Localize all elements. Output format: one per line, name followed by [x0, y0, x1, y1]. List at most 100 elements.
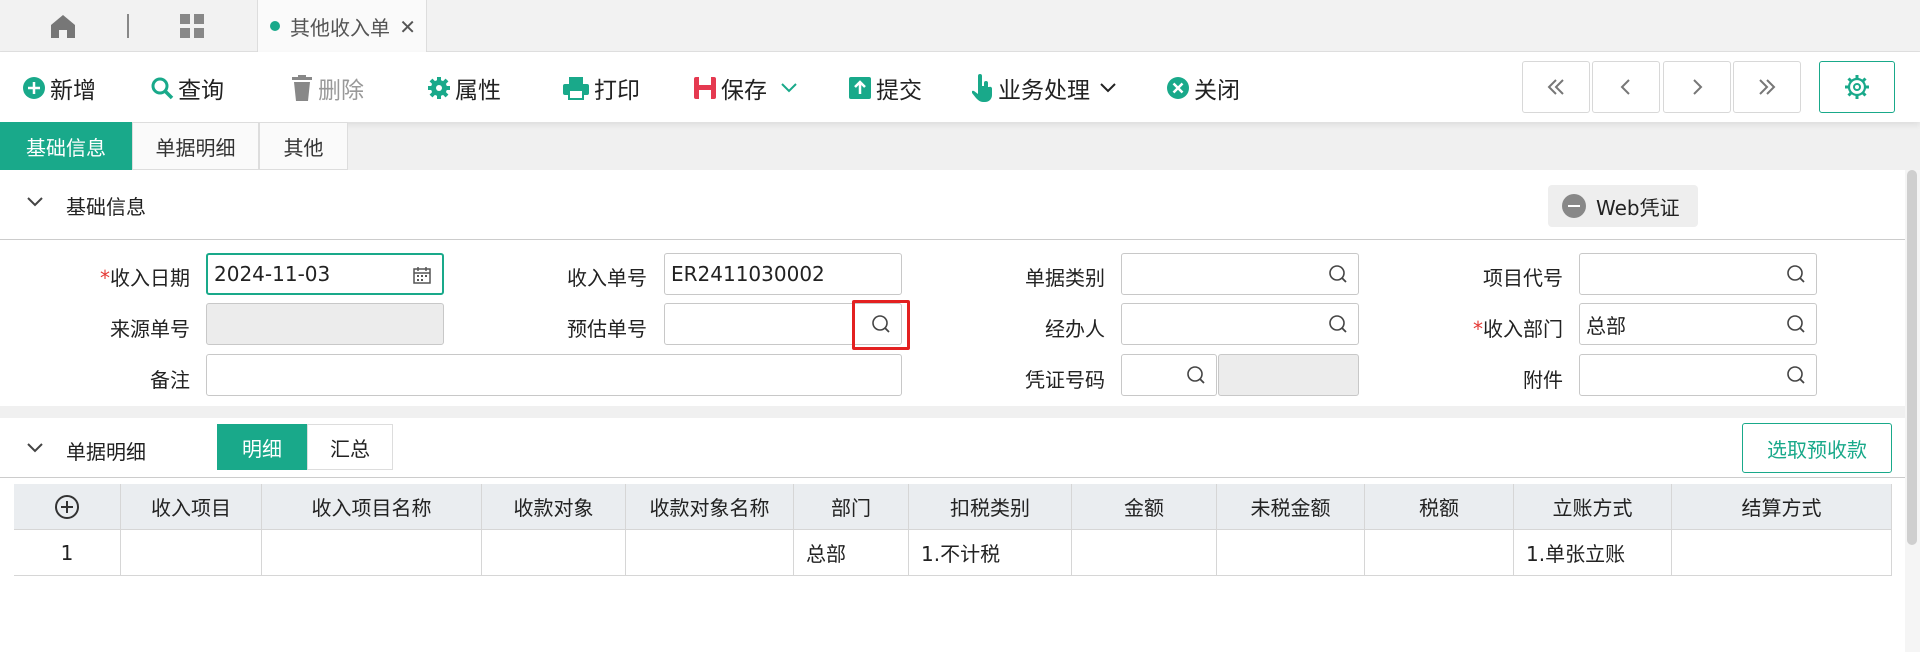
- first-record-button[interactable]: [1522, 61, 1590, 113]
- apps-grid-icon[interactable]: [178, 12, 206, 40]
- search-icon[interactable]: [1186, 365, 1206, 385]
- tab-basic-info[interactable]: 基础信息: [0, 122, 132, 170]
- add-row-cell[interactable]: [14, 484, 121, 530]
- next-record-button[interactable]: [1663, 61, 1731, 113]
- save-button[interactable]: 保存: [693, 70, 803, 106]
- col-account-method[interactable]: 立账方式: [1514, 484, 1672, 530]
- income-no-field[interactable]: ER2411030002: [664, 253, 902, 295]
- remark-field[interactable]: [206, 354, 902, 396]
- col-pretax-amount[interactable]: 未税金额: [1217, 484, 1365, 530]
- attachment-field[interactable]: [1579, 354, 1817, 396]
- active-dot-icon: [270, 21, 280, 31]
- search-icon[interactable]: [1786, 314, 1806, 334]
- delete-button-label: 删除: [318, 78, 364, 104]
- upload-icon: [849, 77, 871, 99]
- last-record-button[interactable]: [1733, 61, 1801, 113]
- col-tax-amount[interactable]: 税额: [1365, 484, 1514, 530]
- tab-detail[interactable]: 明细: [217, 424, 307, 470]
- tab-summary[interactable]: 汇总: [307, 424, 393, 470]
- close-tab-icon[interactable]: ✕: [399, 15, 416, 39]
- cell-department[interactable]: 总部: [794, 530, 909, 576]
- doc-type-field[interactable]: [1121, 253, 1359, 295]
- col-amount[interactable]: 金额: [1072, 484, 1217, 530]
- income-date-field[interactable]: 2024-11-03: [206, 253, 444, 295]
- home-icon[interactable]: [48, 12, 78, 40]
- cell-account-method[interactable]: 1.单张立账: [1514, 530, 1672, 576]
- project-code-field[interactable]: [1579, 253, 1817, 295]
- settings-gear-icon: [1845, 75, 1869, 99]
- doc-type-label: 单据类别: [1025, 266, 1105, 290]
- hand-pointer-icon: [972, 74, 993, 102]
- cell-payee[interactable]: [482, 530, 626, 576]
- close-button[interactable]: 关闭: [1166, 70, 1240, 106]
- col-payee-name[interactable]: 收款对象名称: [626, 484, 794, 530]
- new-button-label: 新增: [50, 78, 96, 104]
- new-button[interactable]: 新增: [22, 70, 96, 106]
- col-income-item[interactable]: 收入项目: [121, 484, 262, 530]
- submit-button[interactable]: 提交: [848, 70, 922, 106]
- print-button[interactable]: 打印: [562, 70, 640, 106]
- web-voucher-button[interactable]: Web凭证: [1548, 185, 1698, 227]
- search-icon[interactable]: [1786, 264, 1806, 284]
- properties-button[interactable]: 属性: [427, 70, 501, 106]
- tab-document-details[interactable]: 单据明细: [132, 122, 259, 170]
- search-icon[interactable]: [1786, 365, 1806, 385]
- print-button-label: 打印: [594, 78, 640, 104]
- chevron-down-icon[interactable]: [1098, 81, 1118, 95]
- collapse-chevron-icon[interactable]: [26, 442, 44, 454]
- col-payee[interactable]: 收款对象: [482, 484, 626, 530]
- voucher-no-field[interactable]: [1121, 354, 1217, 396]
- table-row[interactable]: 1 总部 1.不计税 1.单张立账: [14, 530, 1892, 576]
- cell-amount[interactable]: [1072, 530, 1217, 576]
- attachment-label: 附件: [1523, 368, 1563, 392]
- search-icon[interactable]: [1328, 314, 1348, 334]
- income-date-value: 2024-11-03: [214, 262, 331, 286]
- col-income-item-name[interactable]: 收入项目名称: [262, 484, 482, 530]
- business-process-button[interactable]: 业务处理: [972, 70, 1122, 106]
- col-tax-type[interactable]: 扣税类别: [909, 484, 1072, 530]
- detail-grid: 收入项目 收入项目名称 收款对象 收款对象名称 部门 扣税类别 金额 未税金额 …: [14, 484, 1892, 576]
- cell-income-item-name[interactable]: [262, 530, 482, 576]
- handler-label: 经办人: [1045, 317, 1105, 341]
- select-prepayment-button[interactable]: 选取预收款: [1742, 423, 1892, 473]
- document-tab-label: 其他收入单: [290, 15, 390, 40]
- previous-record-button[interactable]: [1592, 61, 1660, 113]
- query-button[interactable]: 查询: [150, 70, 224, 106]
- settings-button[interactable]: [1819, 61, 1895, 113]
- col-department[interactable]: 部门: [794, 484, 909, 530]
- col-settlement-method[interactable]: 结算方式: [1672, 484, 1892, 530]
- handler-field[interactable]: [1121, 303, 1359, 345]
- close-circle-icon: [1167, 77, 1189, 99]
- remark-label: 备注: [150, 368, 190, 392]
- minus-circle-icon: [1562, 194, 1586, 218]
- income-no-value: ER2411030002: [671, 262, 825, 286]
- delete-button[interactable]: 删除: [290, 70, 364, 106]
- income-dept-value: 总部: [1586, 313, 1626, 338]
- query-button-label: 查询: [178, 78, 224, 104]
- toolbar: 新增 查询 删除 属性 打印 保存 提交 业务处理 关闭: [0, 52, 1920, 122]
- income-date-label: *收入日期: [100, 266, 190, 290]
- cell-tax-type[interactable]: 1.不计税: [909, 530, 1072, 576]
- double-chevron-right-icon: [1759, 79, 1776, 95]
- properties-button-label: 属性: [455, 78, 501, 104]
- document-tab[interactable]: 其他收入单 ✕: [257, 0, 427, 52]
- chevron-down-icon[interactable]: [779, 81, 799, 95]
- document-details-panel: 单据明细 明细 汇总 选取预收款 收入项目 收入项目名称 收款对象 收款对象名称…: [0, 418, 1905, 652]
- calendar-icon[interactable]: [412, 265, 432, 285]
- search-icon: [151, 77, 174, 100]
- row-number: 1: [14, 530, 121, 576]
- collapse-chevron-icon[interactable]: [26, 196, 44, 208]
- cell-payee-name[interactable]: [626, 530, 794, 576]
- cell-settlement-method[interactable]: [1672, 530, 1892, 576]
- tab-other[interactable]: 其他: [259, 122, 348, 170]
- gear-icon: [428, 77, 450, 99]
- cell-tax-amount[interactable]: [1365, 530, 1514, 576]
- printer-icon: [563, 77, 589, 100]
- search-icon[interactable]: [1328, 264, 1348, 284]
- cell-pretax-amount[interactable]: [1217, 530, 1365, 576]
- estimate-no-label: 预估单号: [567, 317, 647, 341]
- vertical-scrollbar-thumb[interactable]: [1907, 170, 1917, 545]
- cell-income-item[interactable]: [121, 530, 262, 576]
- income-dept-field[interactable]: 总部: [1579, 303, 1817, 345]
- detail-divider: [0, 477, 1905, 478]
